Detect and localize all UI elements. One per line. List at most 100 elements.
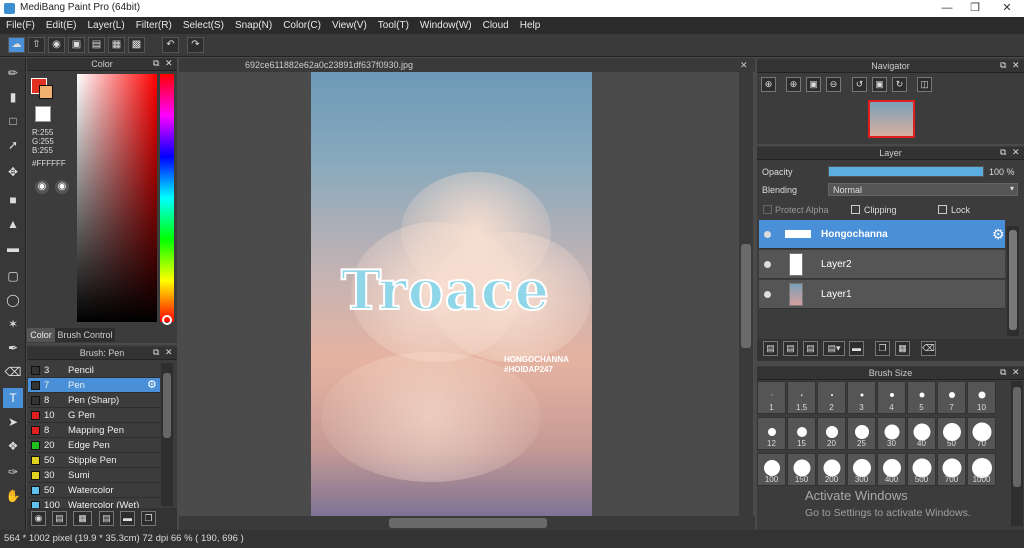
brush-size-cell[interactable]: 25 bbox=[847, 417, 876, 450]
document-tab[interactable]: 692ce611882e62a0c23891df637f0930.jpg ✕ bbox=[179, 58, 755, 72]
merge-layer-icon[interactable]: ▦ bbox=[895, 341, 910, 356]
menu-help[interactable]: Help bbox=[520, 17, 541, 34]
palette-add-icon[interactable]: ◉ bbox=[55, 180, 69, 194]
panel-close-icon[interactable]: ✕ bbox=[1012, 60, 1020, 71]
panel-close-icon[interactable]: ✕ bbox=[165, 58, 173, 69]
divide-tool-icon[interactable]: ❖ bbox=[3, 436, 23, 456]
cloud-icon[interactable]: ☁ bbox=[8, 37, 25, 53]
brush-duplicate-icon[interactable]: ❐ bbox=[141, 511, 156, 526]
brush-size-cell[interactable]: 4 bbox=[877, 381, 906, 414]
brush-folder-icon[interactable]: ▬ bbox=[120, 511, 135, 526]
brush-list-item[interactable]: 3 Pencil bbox=[28, 363, 160, 378]
menu-cloud[interactable]: Cloud bbox=[483, 17, 509, 34]
undock-icon[interactable]: ⧉ bbox=[1000, 367, 1006, 378]
saturation-value-picker[interactable] bbox=[77, 74, 157, 322]
brush-size-cell[interactable]: 150 bbox=[787, 453, 816, 486]
menu-filter[interactable]: Filter(R) bbox=[136, 17, 172, 34]
document-close-icon[interactable]: ✕ bbox=[740, 58, 748, 72]
new-halftone-layer-icon[interactable]: ▤ bbox=[783, 341, 798, 356]
zoom-in-2-icon[interactable]: ⊕ bbox=[786, 77, 801, 92]
transparent-color-swatch[interactable] bbox=[35, 106, 51, 122]
rectangle-tool-icon[interactable]: □ bbox=[3, 111, 23, 131]
fill-rect-tool-icon[interactable]: ■ bbox=[3, 190, 23, 210]
canvas-area[interactable]: 692ce611882e62a0c23891df637f0930.jpg ✕ T… bbox=[179, 58, 755, 516]
brush-size-cell[interactable]: 7 bbox=[937, 381, 966, 414]
layer-row-layer2[interactable]: Layer2 bbox=[759, 250, 1005, 279]
tab-brush-control[interactable]: Brush Control bbox=[55, 328, 115, 342]
page-icon[interactable]: ▤ bbox=[88, 37, 105, 53]
lock-checkbox[interactable] bbox=[938, 205, 947, 214]
eyedropper-tool-icon[interactable]: ✑ bbox=[3, 462, 23, 482]
menu-file[interactable]: File(F) bbox=[6, 17, 35, 34]
eraser-tool-icon[interactable]: ▮ bbox=[3, 87, 23, 107]
brush-size-cell[interactable]: 3 bbox=[847, 381, 876, 414]
menu-tool[interactable]: Tool(T) bbox=[378, 17, 409, 34]
rotate-right-icon[interactable]: ↻ bbox=[892, 77, 907, 92]
menu-select[interactable]: Select(S) bbox=[183, 17, 224, 34]
duplicate-layer-icon[interactable]: ❐ bbox=[875, 341, 890, 356]
brush-tool-icon[interactable]: ✏ bbox=[3, 63, 23, 83]
brush-size-cell[interactable]: 50 bbox=[937, 417, 966, 450]
folder-icon[interactable]: ▬ bbox=[849, 341, 864, 356]
reset-view-icon[interactable]: ▣ bbox=[872, 77, 887, 92]
brush-size-cell[interactable]: 400 bbox=[877, 453, 906, 486]
new-8bit-layer-icon[interactable]: ▤ bbox=[803, 341, 818, 356]
menu-color[interactable]: Color(C) bbox=[283, 17, 321, 34]
flip-icon[interactable]: ◫ bbox=[917, 77, 932, 92]
upload-icon[interactable]: ⇧ bbox=[28, 37, 45, 53]
layer-list-scroll-thumb[interactable] bbox=[1009, 230, 1017, 330]
brush-settings-icon[interactable]: ▦ bbox=[73, 511, 92, 526]
brush-list-scrollbar[interactable] bbox=[161, 363, 173, 506]
canvas-vertical-scrollbar[interactable] bbox=[739, 72, 753, 516]
brush-list-item[interactable]: 8 Mapping Pen bbox=[28, 423, 160, 438]
brush-size-cell[interactable]: 500 bbox=[907, 453, 936, 486]
brush-list-scroll-thumb[interactable] bbox=[163, 373, 171, 438]
undock-icon[interactable]: ⧉ bbox=[153, 347, 159, 358]
line-tool-icon[interactable]: ➚ bbox=[3, 135, 23, 155]
new-layer-icon[interactable]: ▤ bbox=[763, 341, 778, 356]
visibility-icon[interactable] bbox=[764, 291, 771, 298]
brush-new-icon[interactable]: ▤ bbox=[52, 511, 67, 526]
brush-size-cell[interactable]: 1 bbox=[757, 381, 786, 414]
gradient-tool-icon[interactable]: ▬ bbox=[3, 238, 23, 258]
select-pen-tool-icon[interactable]: ✒ bbox=[3, 338, 23, 358]
menu-layer[interactable]: Layer(L) bbox=[87, 17, 124, 34]
brush-size-cell[interactable]: 700 bbox=[937, 453, 966, 486]
canvas-horizontal-scroll-thumb[interactable] bbox=[389, 518, 547, 528]
hand-tool-icon[interactable]: ✋ bbox=[3, 486, 23, 506]
select-eraser-tool-icon[interactable]: ⌫ bbox=[3, 362, 23, 382]
comment-icon[interactable]: ◉ bbox=[48, 37, 65, 53]
tab-color[interactable]: Color bbox=[27, 328, 55, 342]
lasso-tool-icon[interactable]: ◯ bbox=[3, 290, 23, 310]
grid-icon[interactable]: ▦ bbox=[108, 37, 125, 53]
brush-list-item[interactable]: 50 Stipple Pen bbox=[28, 453, 160, 468]
menu-edit[interactable]: Edit(E) bbox=[46, 17, 77, 34]
brush-size-cell[interactable]: 1000 bbox=[967, 453, 996, 486]
brush-size-cell[interactable]: 70 bbox=[967, 417, 996, 450]
text-tool-icon[interactable]: T bbox=[3, 388, 23, 408]
magic-wand-tool-icon[interactable]: ✶ bbox=[3, 314, 23, 334]
menu-view[interactable]: View(V) bbox=[332, 17, 367, 34]
zoom-in-icon[interactable]: ⊕ bbox=[761, 77, 776, 92]
brush-size-cell[interactable]: 15 bbox=[787, 417, 816, 450]
brush-size-cell[interactable]: 40 bbox=[907, 417, 936, 450]
zoom-out-icon[interactable]: ⊖ bbox=[826, 77, 841, 92]
brush-size-cell[interactable]: 1.5 bbox=[787, 381, 816, 414]
layer-list-scrollbar[interactable] bbox=[1007, 226, 1019, 336]
add-layer-menu-icon[interactable]: ▤▾ bbox=[823, 341, 845, 356]
undock-icon[interactable]: ⧉ bbox=[1000, 147, 1006, 158]
panel-close-icon[interactable]: ✕ bbox=[165, 347, 173, 358]
brush-size-scrollbar[interactable] bbox=[1011, 381, 1023, 526]
brush-list-item[interactable]: 8 Pen (Sharp) bbox=[28, 393, 160, 408]
operation-tool-icon[interactable]: ➤ bbox=[3, 412, 23, 432]
menu-window[interactable]: Window(W) bbox=[420, 17, 472, 34]
maximize-icon[interactable]: ❐ bbox=[960, 0, 990, 17]
undo-icon[interactable]: ↶ bbox=[162, 37, 179, 53]
undock-icon[interactable]: ⧉ bbox=[1000, 60, 1006, 71]
hue-slider[interactable] bbox=[160, 74, 174, 322]
background-color-swatch[interactable] bbox=[39, 85, 53, 99]
opacity-slider[interactable] bbox=[828, 166, 984, 177]
panel-close-icon[interactable]: ✕ bbox=[1012, 367, 1020, 378]
brush-size-cell[interactable]: 10 bbox=[967, 381, 996, 414]
canvas-vertical-scroll-thumb[interactable] bbox=[741, 244, 751, 348]
